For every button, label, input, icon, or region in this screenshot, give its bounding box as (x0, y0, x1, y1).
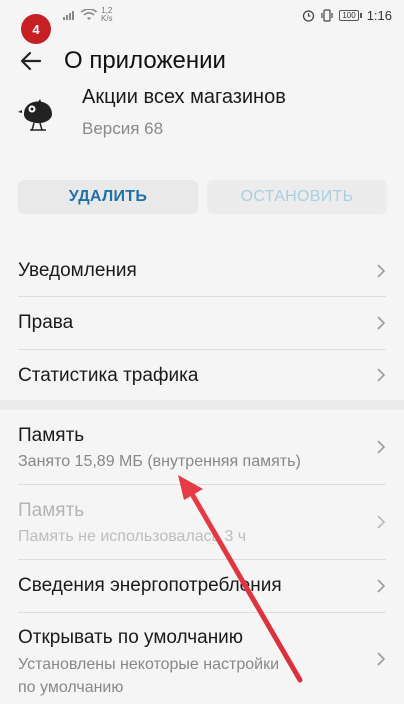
power-usage-label: Сведения энергопотребления (18, 575, 282, 596)
status-right-icons: 100 1:16 (302, 8, 392, 23)
notifications-row[interactable]: Уведомления (0, 246, 404, 296)
chevron-right-icon (377, 579, 386, 593)
storage-row[interactable]: Память Занято 15,89 МБ (внутренняя памят… (0, 410, 404, 484)
memory-row: Память Память не использовалась 3 ч (0, 485, 404, 559)
clock: 1:16 (366, 8, 392, 23)
section-separator (0, 400, 404, 410)
status-left-icons: 1,2 K/s (63, 7, 113, 23)
open-by-default-row[interactable]: Открывать по умолчанию Установлены некот… (0, 613, 404, 704)
permissions-row[interactable]: Права (0, 297, 404, 349)
storage-label: Память (18, 425, 85, 446)
status-bar: 4 1,2 K/s 100 1:16 (0, 0, 404, 44)
memory-label: Память (18, 500, 85, 521)
app-name: Акции всех магазинов (82, 86, 286, 108)
battery-level: 100 (339, 10, 359, 21)
net-speed-unit: K/s (101, 14, 113, 23)
uninstall-button[interactable]: УДАЛИТЬ (18, 180, 198, 214)
open-by-default-summary-line1: Установлены некоторые настройки (18, 656, 280, 673)
alarm-icon (303, 10, 315, 22)
chevron-right-icon (377, 440, 386, 454)
back-arrow-icon[interactable] (18, 48, 44, 74)
app-version: Версия 68 (82, 119, 164, 138)
wifi-icon (81, 9, 97, 20)
app-bar: О приложении (0, 38, 404, 84)
storage-summary: Занято 15,89 МБ (внутренняя память) (18, 453, 301, 470)
power-usage-row[interactable]: Сведения энергопотребления (0, 560, 404, 612)
force-stop-button[interactable]: ОСТАНОВИТЬ (207, 180, 387, 214)
signal-icon (63, 11, 74, 20)
chevron-right-icon (377, 652, 386, 666)
net-speed: 1,2 K/s (101, 7, 113, 23)
vibrate-icon (321, 9, 333, 22)
memory-summary: Память не использовалась 3 ч (18, 528, 247, 545)
chevron-right-icon (377, 515, 386, 529)
open-by-default-label: Открывать по умолчанию (18, 627, 244, 648)
battery-icon: 100 (339, 10, 362, 21)
permissions-label: Права (18, 312, 74, 333)
chevron-right-icon (377, 368, 386, 382)
traffic-row[interactable]: Статистика трафика (0, 350, 404, 400)
chevron-right-icon (377, 264, 386, 278)
notifications-label: Уведомления (18, 260, 137, 281)
app-info-header: Акции всех магазинов Версия 68 (0, 86, 404, 146)
bird-app-icon (18, 99, 52, 131)
chevron-right-icon (377, 316, 386, 330)
traffic-label: Статистика трафика (18, 365, 199, 386)
page-title: О приложении (64, 47, 226, 74)
open-by-default-summary-line2: по умолчанию (18, 679, 124, 696)
